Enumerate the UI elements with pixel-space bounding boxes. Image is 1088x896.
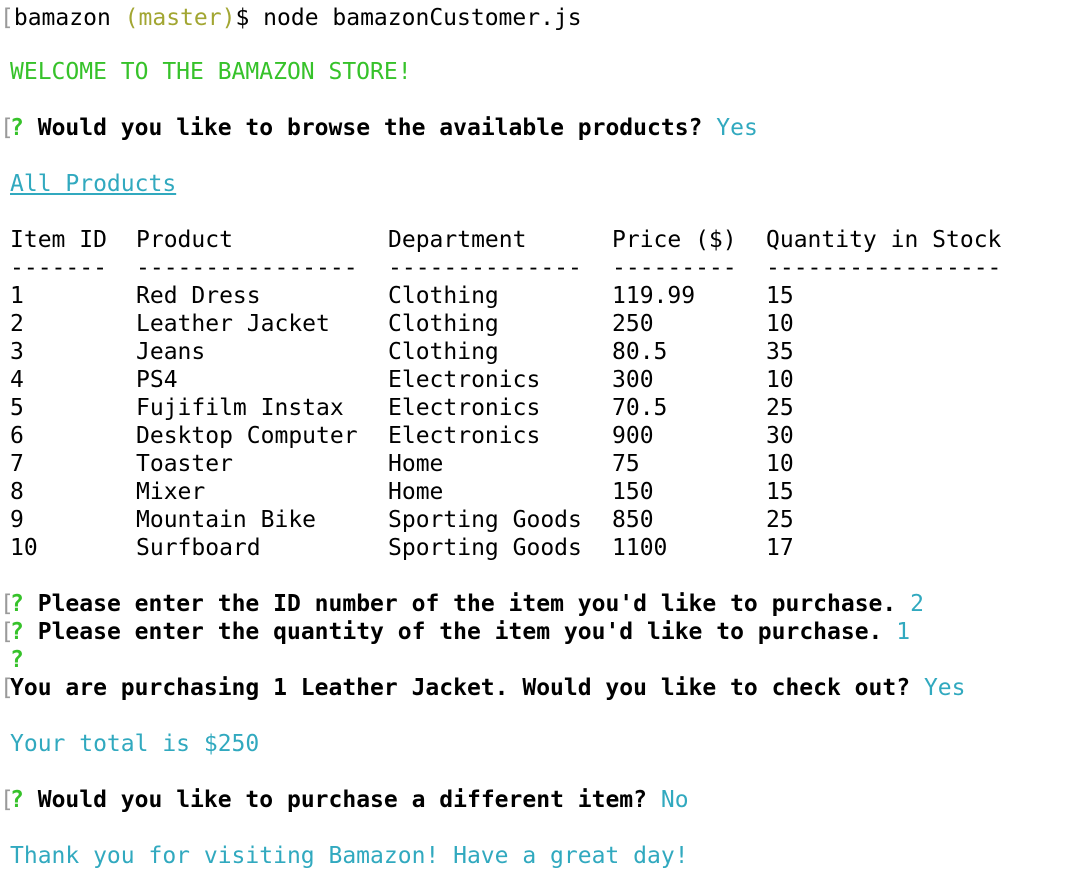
header-quantity: Quantity in Stock — [766, 227, 1002, 253]
checkout-question: You are purchasing 1 Leather Jacket. Wou… — [10, 675, 911, 701]
row-department: Home — [388, 479, 444, 505]
browse-question: Would you like to browse the available p… — [37, 115, 703, 141]
row-item-id: 1 — [10, 283, 24, 309]
lone-question-mark: ? — [10, 647, 24, 673]
row-price: 119.99 — [612, 283, 696, 309]
row-product: Leather Jacket — [136, 311, 330, 337]
row-quantity: 10 — [766, 311, 794, 337]
qty-question: Please enter the quantity of the item yo… — [37, 619, 883, 645]
row-quantity: 30 — [766, 423, 794, 449]
question-mark: ? — [10, 115, 24, 141]
checkout-answer: Yes — [923, 675, 966, 701]
row-price: 70.5 — [612, 395, 668, 421]
row-price: 80.5 — [612, 339, 668, 365]
welcome-message: WELCOME TO THE BAMAZON STORE! — [10, 59, 412, 85]
row-department: Home — [388, 451, 444, 477]
row-department: Clothing — [388, 339, 499, 365]
row-product: PS4 — [136, 367, 178, 393]
row-quantity: 15 — [766, 283, 794, 309]
row-item-id: 3 — [10, 339, 24, 365]
question-mark: ? — [10, 619, 24, 645]
row-quantity: 10 — [766, 367, 794, 393]
row-price: 300 — [612, 367, 654, 393]
row-product: Toaster — [136, 451, 233, 477]
shell-prompt-line: [bamazon (master)$ node bamazonCustomer.… — [0, 4, 582, 32]
row-item-id: 6 — [10, 423, 24, 449]
row-quantity: 35 — [766, 339, 794, 365]
qty-question-line: ? Please enter the quantity of the item … — [10, 618, 910, 646]
header-price: Price ($) — [612, 227, 737, 253]
row-department: Sporting Goods — [388, 535, 582, 561]
row-price: 900 — [612, 423, 654, 449]
header-department: Department — [388, 227, 527, 253]
prompt-bracket: [ — [0, 5, 14, 31]
row-product: Mountain Bike — [136, 507, 317, 533]
browse-question-line: ? Would you like to browse the available… — [10, 114, 758, 142]
row-quantity: 10 — [766, 451, 794, 477]
divider: ---------------- — [136, 255, 358, 281]
prompt-dir: bamazon — [13, 5, 111, 31]
row-quantity: 15 — [766, 479, 794, 505]
row-item-id: 10 — [10, 535, 38, 561]
row-department: Clothing — [388, 311, 499, 337]
row-product: Fujifilm Instax — [136, 395, 344, 421]
row-product: Desktop Computer — [136, 423, 358, 449]
row-price: 150 — [612, 479, 654, 505]
id-answer: 2 — [910, 591, 924, 617]
terminal-window[interactable]: [bamazon (master)$ node bamazonCustomer.… — [0, 0, 1088, 896]
row-price: 250 — [612, 311, 654, 337]
different-item-answer: No — [660, 787, 689, 813]
row-price: 75 — [612, 451, 640, 477]
prompt-symbol: $ — [235, 5, 250, 31]
row-item-id: 5 — [10, 395, 24, 421]
order-total: Your total is $250 — [10, 731, 260, 757]
browse-answer: Yes — [716, 115, 758, 141]
question-mark: ? — [10, 591, 24, 617]
row-product: Red Dress — [136, 283, 261, 309]
row-department: Electronics — [388, 395, 541, 421]
farewell-message: Thank you for visiting Bamazon! Have a g… — [10, 843, 689, 869]
id-question: Please enter the ID number of the item y… — [37, 591, 897, 617]
all-products-heading: All Products — [10, 171, 177, 197]
different-item-question: Would you like to purchase a different i… — [37, 787, 647, 813]
row-item-id: 2 — [10, 311, 24, 337]
row-product: Jeans — [136, 339, 206, 365]
header-item-id: Item ID — [10, 227, 107, 253]
row-price: 1100 — [612, 535, 668, 561]
divider: ----------------- — [766, 255, 1002, 281]
id-question-line: ? Please enter the ID number of the item… — [10, 590, 924, 618]
row-quantity: 25 — [766, 395, 794, 421]
question-mark: ? — [10, 787, 24, 813]
row-item-id: 7 — [10, 451, 24, 477]
row-quantity: 25 — [766, 507, 794, 533]
row-department: Electronics — [388, 423, 541, 449]
divider: --------- — [612, 255, 737, 281]
row-price: 850 — [612, 507, 654, 533]
divider: -------------- — [388, 255, 582, 281]
row-quantity: 17 — [766, 535, 794, 561]
different-item-question-line: ? Would you like to purchase a different… — [10, 786, 689, 814]
header-product: Product — [136, 227, 233, 253]
divider: ------- — [10, 255, 107, 281]
prompt-branch: (master) — [124, 5, 236, 31]
qty-answer: 1 — [896, 619, 911, 645]
row-department: Clothing — [388, 283, 499, 309]
row-item-id: 4 — [10, 367, 24, 393]
row-item-id: 8 — [10, 479, 24, 505]
row-department: Sporting Goods — [388, 507, 582, 533]
row-product: Mixer — [136, 479, 206, 505]
row-product: Surfboard — [136, 535, 261, 561]
prompt-command: node bamazonCustomer.js — [263, 5, 582, 31]
checkout-question-line: You are purchasing 1 Leather Jacket. Wou… — [10, 674, 965, 702]
row-item-id: 9 — [10, 507, 24, 533]
row-department: Electronics — [388, 367, 541, 393]
